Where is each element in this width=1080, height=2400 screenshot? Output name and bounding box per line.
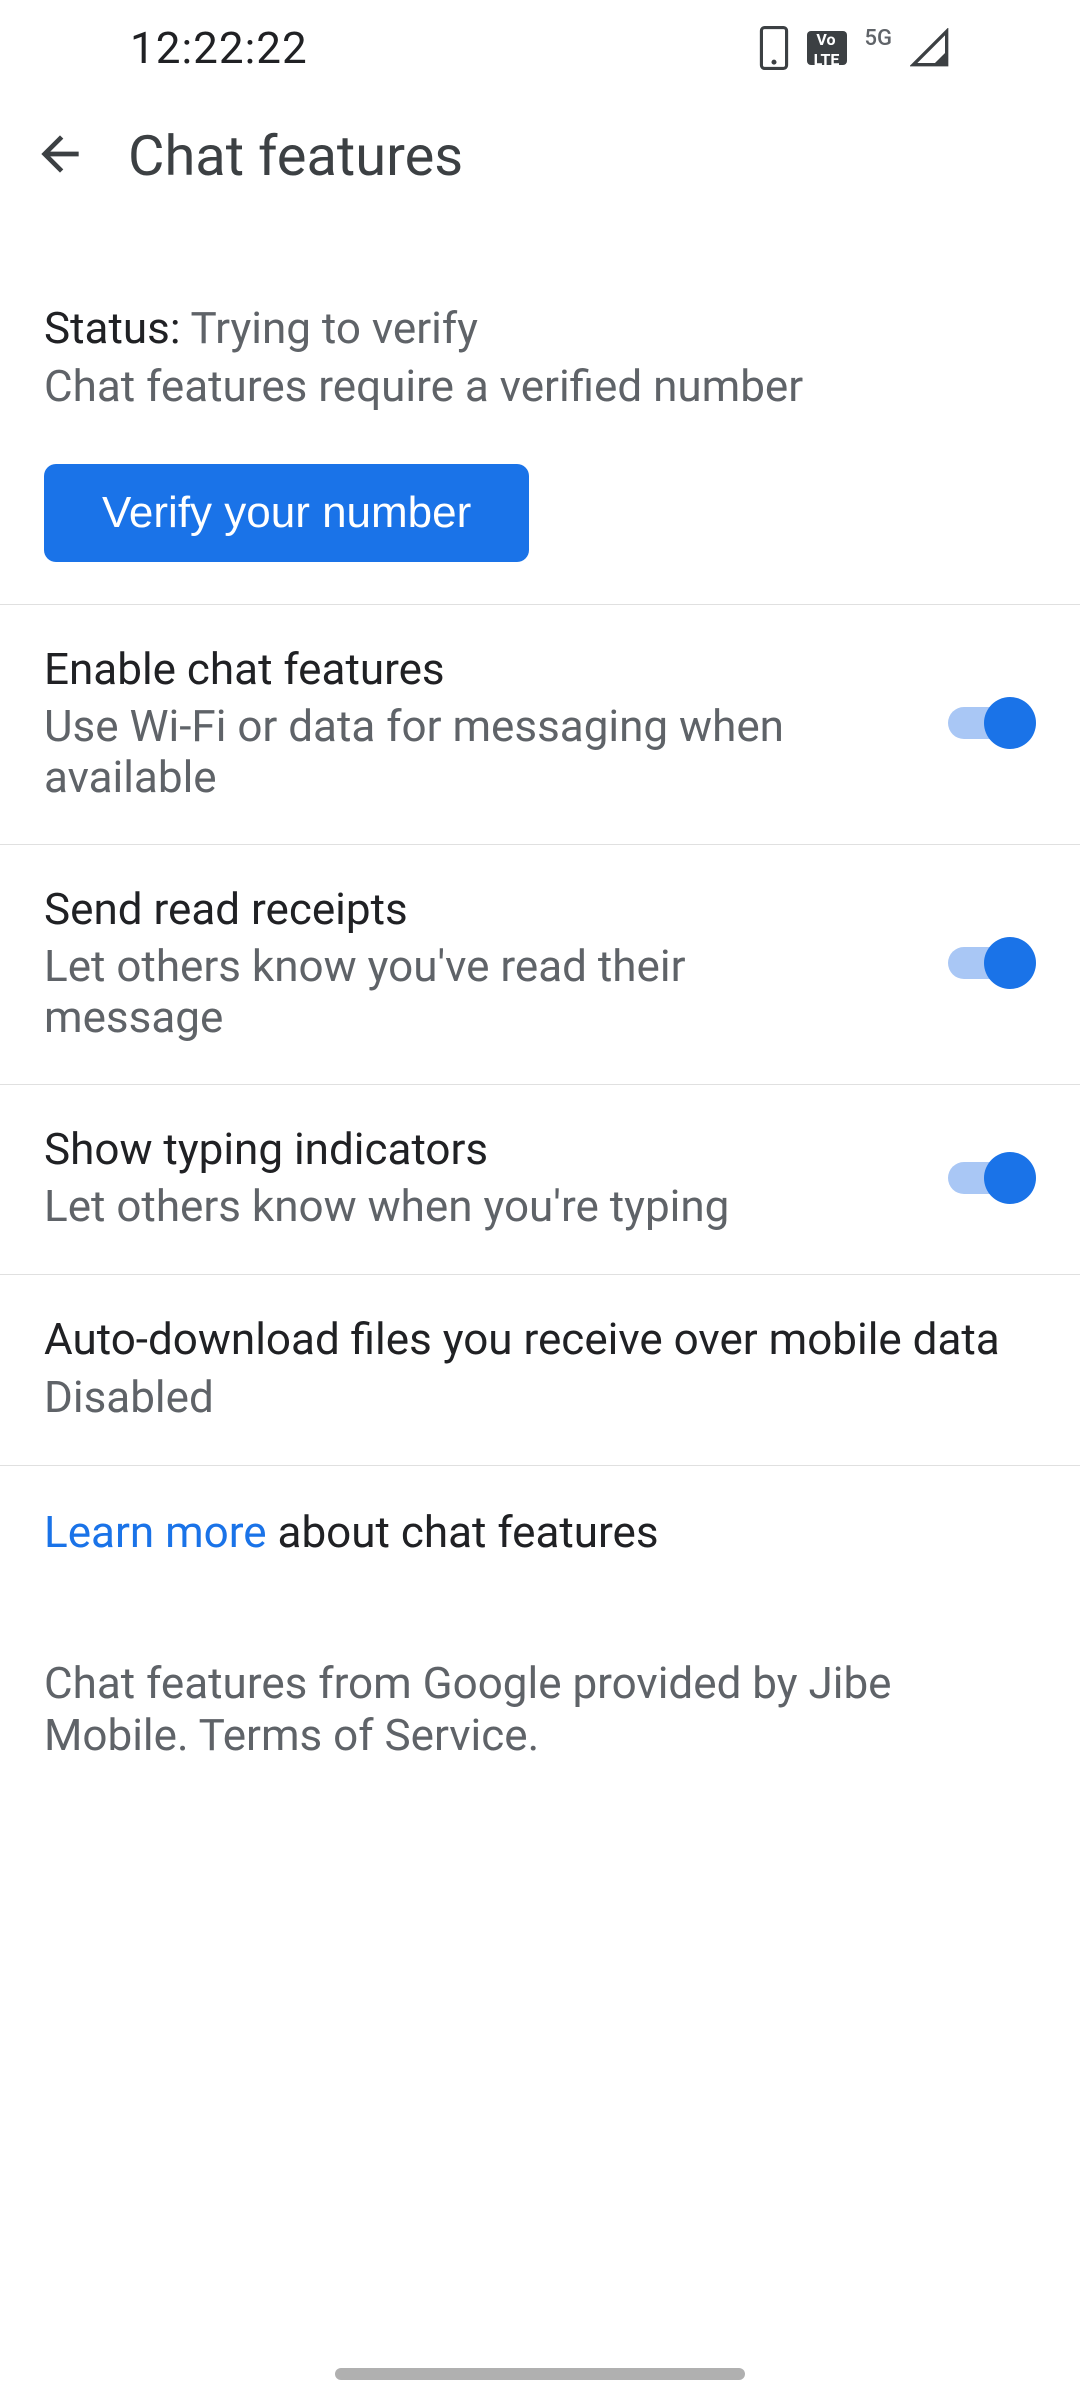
toggle-enable-chat[interactable] bbox=[948, 697, 1036, 749]
setting-title: Auto-download files you receive over mob… bbox=[44, 1313, 1036, 1365]
setting-subtitle: Let others know you've read their messag… bbox=[44, 941, 844, 1042]
provider-notice: Chat features from Google provided by Ji… bbox=[0, 1558, 1080, 1762]
learn-more-text: about chat features bbox=[267, 1506, 659, 1558]
network-label: 5G bbox=[865, 26, 893, 51]
setting-read-receipts[interactable]: Send read receipts Let others know you'v… bbox=[0, 845, 1080, 1085]
setting-value: Disabled bbox=[44, 1371, 1036, 1423]
verify-number-button[interactable]: Verify your number bbox=[44, 464, 529, 562]
toggle-typing-indicators[interactable] bbox=[948, 1152, 1036, 1204]
toggle-thumb bbox=[984, 1152, 1036, 1204]
phone-icon bbox=[759, 26, 789, 70]
statusbar-right: Vo LTE 5G bbox=[759, 26, 951, 70]
setting-text: Send read receipts Let others know you'v… bbox=[44, 883, 844, 1042]
app-bar: Chat features bbox=[0, 96, 1080, 216]
toggle-thumb bbox=[984, 697, 1036, 749]
statusbar-time: 12:22:22 bbox=[130, 22, 308, 74]
setting-enable-chat[interactable]: Enable chat features Use Wi-Fi or data f… bbox=[0, 605, 1080, 845]
learn-more-link[interactable]: Learn more bbox=[44, 1506, 267, 1558]
setting-title: Show typing indicators bbox=[44, 1123, 729, 1175]
page-title: Chat features bbox=[128, 123, 463, 189]
home-indicator[interactable] bbox=[335, 2368, 745, 2380]
toggle-read-receipts[interactable] bbox=[948, 937, 1036, 989]
setting-subtitle: Use Wi-Fi or data for messaging when ava… bbox=[44, 701, 844, 802]
back-icon[interactable] bbox=[32, 126, 88, 186]
signal-icon bbox=[910, 28, 950, 68]
toggle-thumb bbox=[984, 937, 1036, 989]
setting-auto-download[interactable]: Auto-download files you receive over mob… bbox=[0, 1275, 1080, 1466]
status-section: Status: Trying to verify Chat features r… bbox=[0, 216, 1080, 605]
status-bar: 12:22:22 Vo LTE 5G bbox=[0, 0, 1080, 96]
status-label: Status: bbox=[44, 302, 191, 354]
status-subtitle: Chat features require a verified number bbox=[44, 360, 1036, 412]
status-value: Trying to verify bbox=[191, 302, 478, 354]
setting-typing-indicators[interactable]: Show typing indicators Let others know w… bbox=[0, 1085, 1080, 1275]
setting-title: Send read receipts bbox=[44, 883, 844, 935]
setting-text: Enable chat features Use Wi-Fi or data f… bbox=[44, 643, 844, 802]
volte-icon: Vo LTE bbox=[807, 31, 847, 65]
setting-subtitle: Let others know when you're typing bbox=[44, 1181, 729, 1232]
setting-title: Enable chat features bbox=[44, 643, 844, 695]
learn-more-row: Learn more about chat features bbox=[0, 1466, 1080, 1558]
status-line: Status: Trying to verify bbox=[44, 302, 1036, 354]
setting-text: Show typing indicators Let others know w… bbox=[44, 1123, 729, 1232]
